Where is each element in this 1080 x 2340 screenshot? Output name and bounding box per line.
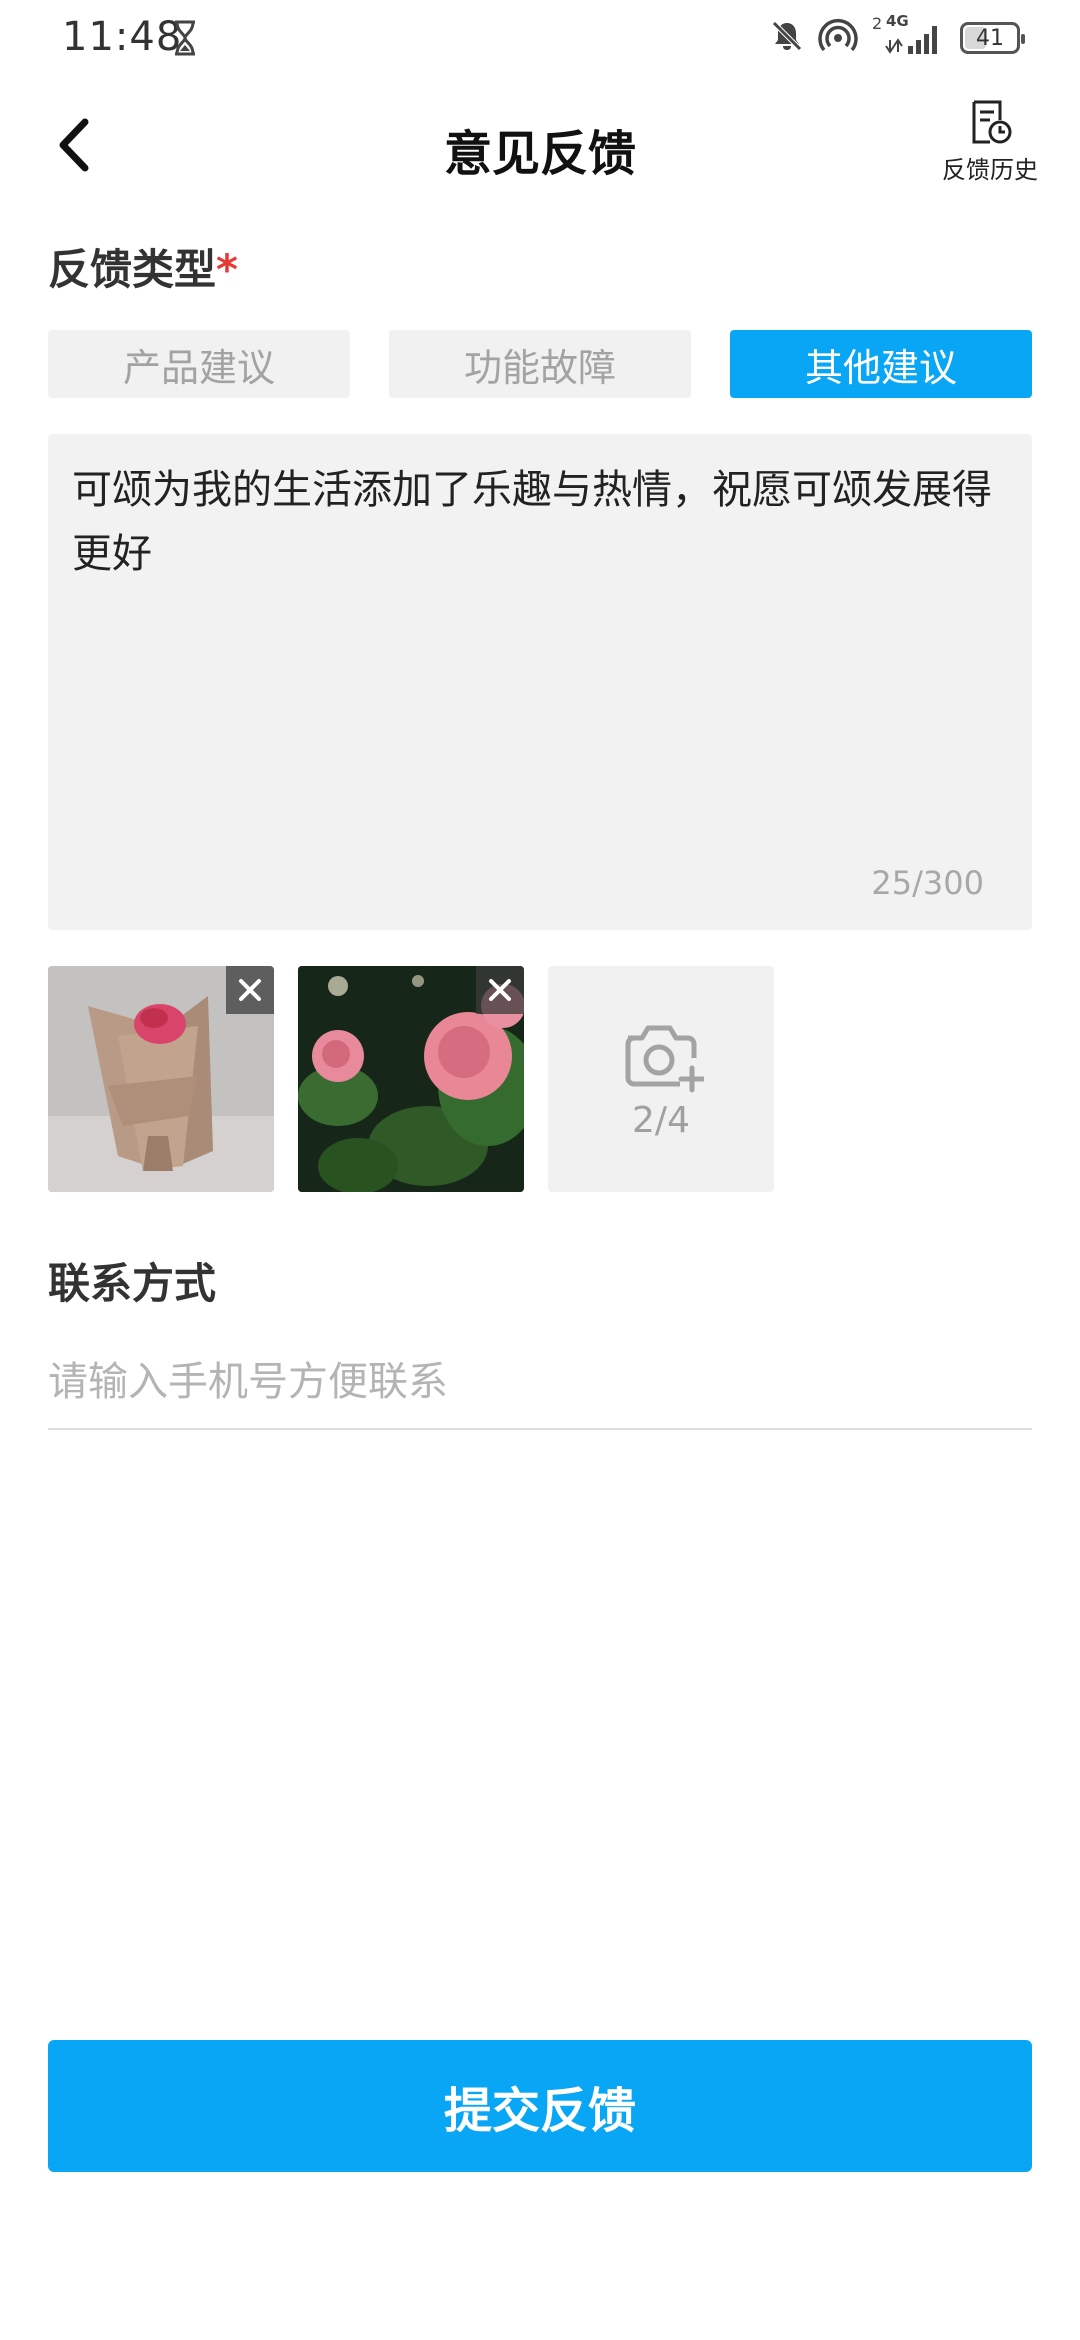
- document-clock-icon: [972, 100, 1012, 144]
- remove-photo-2-button[interactable]: [476, 966, 524, 1014]
- required-mark: *: [216, 245, 238, 294]
- battery-percent: 41: [976, 25, 1004, 51]
- bell-off-icon: [770, 19, 804, 57]
- feedback-history-label: 反馈历史: [942, 156, 1038, 184]
- submit-feedback-button[interactable]: 提交反馈: [48, 2040, 1032, 2172]
- feedback-type-selector: 产品建议 功能故障 其他建议: [48, 330, 1032, 398]
- attached-images: 2/4: [48, 966, 774, 1192]
- feedback-history-button[interactable]: 反馈历史: [930, 98, 1050, 198]
- camera-plus-icon: [625, 1025, 704, 1092]
- hotspot-icon: [818, 18, 858, 58]
- battery-icon: 41: [960, 22, 1025, 54]
- type-option-product-suggestion[interactable]: 产品建议: [48, 330, 350, 398]
- add-photo-button[interactable]: 2/4: [548, 966, 774, 1192]
- status-icons: 2 4G 41: [770, 12, 1025, 58]
- signal-icon: 2 4G: [872, 12, 946, 56]
- rose-bouquet-photo[interactable]: [48, 966, 274, 1192]
- photo-count: 2/4: [632, 1099, 690, 1141]
- contact-title: 联系方式: [48, 1259, 217, 1308]
- app-header: 意见反馈 反馈历史: [0, 80, 1080, 210]
- close-icon: [489, 979, 511, 1001]
- char-count: 25/300: [871, 864, 984, 902]
- contact-phone-input[interactable]: [48, 1336, 1032, 1430]
- feedback-type-title: 反馈类型*: [48, 236, 238, 297]
- feedback-text: 可颂为我的生活添加了乐趣与热情，祝愿可颂发展得更好: [72, 467, 992, 577]
- hourglass-icon: [172, 20, 198, 60]
- type-option-other-suggestion[interactable]: 其他建议: [730, 330, 1032, 398]
- status-time: 11:48: [62, 14, 183, 60]
- remove-photo-1-button[interactable]: [226, 966, 274, 1014]
- feedback-textarea[interactable]: 可颂为我的生活添加了乐趣与热情，祝愿可颂发展得更好 25/300: [48, 434, 1032, 930]
- status-bar: 11:48 2 4G 41: [0, 0, 1080, 80]
- close-icon: [239, 979, 261, 1001]
- page-title: 意见反馈: [443, 126, 636, 182]
- feedback-type-label: 反馈类型: [48, 245, 217, 294]
- rose-garden-photo[interactable]: [298, 966, 524, 1192]
- type-option-function-fault[interactable]: 功能故障: [389, 330, 691, 398]
